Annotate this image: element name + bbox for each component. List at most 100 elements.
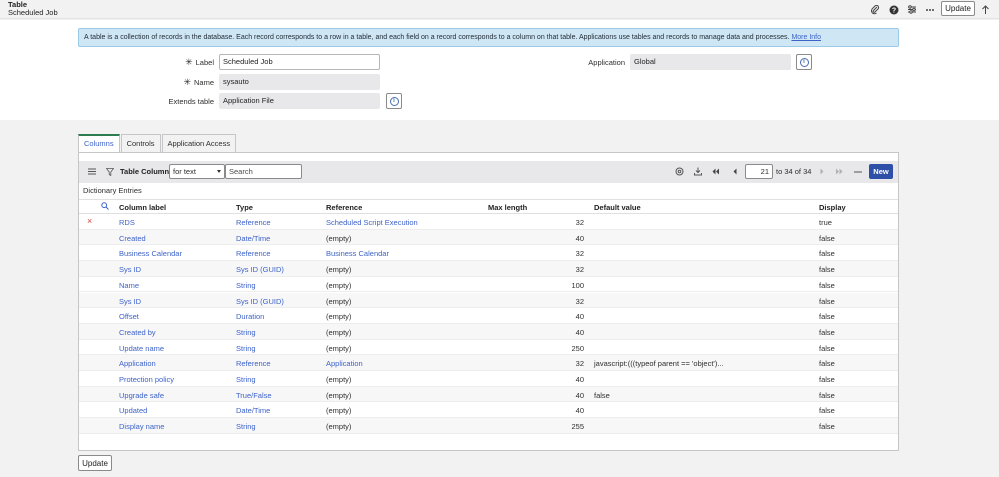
cell-type[interactable]: Reference: [236, 218, 271, 227]
tab-columns[interactable]: Columns: [78, 134, 120, 152]
next-page-icon[interactable]: [816, 166, 827, 177]
table-row[interactable]: Name String (empty) 100 false: [79, 276, 898, 293]
table-row[interactable]: Updated Date/Time (empty) 40 false: [79, 402, 898, 419]
table-row[interactable]: Update name String (empty) 250 false: [79, 339, 898, 356]
table-row[interactable]: Business Calendar Reference Business Calen…: [79, 245, 898, 262]
cell-column-label[interactable]: Business Calendar: [119, 249, 182, 258]
cell-reference: (empty): [326, 327, 352, 337]
list-toolbar: Table Columns for text Search 21 to 34 o…: [79, 161, 898, 183]
extends-info-button[interactable]: i: [386, 93, 402, 109]
column-header-max-length[interactable]: Max length: [488, 203, 527, 212]
help-icon[interactable]: ?: [888, 4, 899, 15]
table-row[interactable]: Display name String (empty) 255 false: [79, 418, 898, 434]
search-icon[interactable]: [101, 202, 109, 212]
gear-icon[interactable]: [674, 166, 685, 177]
cell-column-label[interactable]: Update name: [119, 344, 164, 353]
cell-reference[interactable]: Business Calendar: [326, 249, 389, 258]
table-row[interactable]: Application Reference Application 32 javascr…: [79, 355, 898, 371]
cell-column-label[interactable]: Sys ID: [119, 297, 141, 306]
column-header-default-value[interactable]: Default value: [594, 203, 641, 212]
cell-type[interactable]: Sys ID (GUID): [236, 265, 284, 274]
cell-type[interactable]: Duration: [236, 312, 264, 321]
table-header: Column label Type Reference Max length D…: [79, 199, 898, 214]
page-number-input[interactable]: 21: [745, 164, 773, 179]
table-row[interactable]: × RDS Reference Scheduled Script Execution 3…: [79, 214, 898, 230]
label-input[interactable]: Scheduled Job: [219, 54, 380, 70]
more-icon[interactable]: [924, 4, 935, 15]
cell-display: false: [819, 422, 835, 432]
cell-max-length: 32: [575, 359, 584, 369]
cell-type[interactable]: Date/Time: [236, 406, 270, 415]
tab-controls[interactable]: Controls: [120, 134, 161, 152]
application-field-label: Application: [588, 58, 625, 67]
cell-column-label[interactable]: Protection policy: [119, 375, 174, 384]
required-icon: ✳: [183, 77, 191, 87]
filter-icon[interactable]: [104, 166, 115, 177]
cell-column-label[interactable]: Updated: [119, 406, 147, 415]
cell-display: false: [819, 327, 835, 337]
table-row[interactable]: Sys ID Sys ID (GUID) (empty) 32 false: [79, 292, 898, 309]
cell-column-label[interactable]: RDS: [119, 218, 135, 227]
cell-type[interactable]: Reference: [236, 249, 271, 258]
cell-column-label[interactable]: Created by: [119, 328, 156, 337]
cell-type[interactable]: String: [236, 344, 256, 353]
paperclip-icon[interactable]: [870, 4, 881, 15]
hamburger-menu-icon[interactable]: [86, 166, 97, 177]
column-header-display[interactable]: Display: [819, 203, 846, 212]
arrow-up-icon[interactable]: [980, 4, 991, 15]
cell-default-value: false: [594, 390, 610, 400]
download-icon[interactable]: [692, 166, 703, 177]
search-field-select[interactable]: for text: [169, 164, 225, 179]
cell-column-label[interactable]: Application: [119, 359, 156, 368]
search-input[interactable]: Search: [225, 164, 302, 179]
update-button-footer[interactable]: Update: [78, 455, 112, 471]
cell-type[interactable]: String: [236, 422, 256, 431]
name-input[interactable]: sysauto: [219, 74, 380, 90]
previous-page-icon[interactable]: [729, 166, 740, 177]
cell-column-label[interactable]: Offset: [119, 312, 139, 321]
cell-type[interactable]: True/False: [236, 391, 272, 400]
cell-type[interactable]: String: [236, 375, 256, 384]
table-row[interactable]: Upgrade safe True/False (empty) 40 false fals…: [79, 386, 898, 403]
cell-type[interactable]: String: [236, 281, 256, 290]
column-header-reference[interactable]: Reference: [326, 203, 362, 212]
breadcrumb[interactable]: Dictionary Entries: [83, 186, 142, 195]
cell-reference: (empty): [326, 233, 352, 243]
cell-column-label[interactable]: Name: [119, 281, 139, 290]
table-row[interactable]: Sys ID Sys ID (GUID) (empty) 32 false: [79, 261, 898, 277]
cell-column-label[interactable]: Upgrade safe: [119, 391, 164, 400]
tab-application-access[interactable]: Application Access: [161, 134, 237, 152]
update-button-header[interactable]: Update: [941, 1, 975, 16]
table-row[interactable]: Created by String (empty) 40 false: [79, 323, 898, 340]
cell-max-length: 40: [575, 327, 584, 337]
cell-reference[interactable]: Application: [326, 359, 363, 368]
cell-reference: (empty): [326, 265, 352, 275]
cell-type[interactable]: Reference: [236, 359, 271, 368]
new-button[interactable]: New: [869, 164, 893, 179]
sliders-icon[interactable]: [906, 4, 917, 15]
last-page-icon[interactable]: [834, 166, 845, 177]
extends-table-input[interactable]: Application File: [219, 93, 380, 109]
more-info-link[interactable]: More Info: [791, 34, 821, 41]
application-input[interactable]: Global: [630, 54, 791, 70]
cell-reference[interactable]: Scheduled Script Execution: [326, 218, 418, 227]
cell-display: false: [819, 375, 835, 384]
first-page-icon[interactable]: [710, 166, 721, 177]
minimize-icon[interactable]: [852, 166, 863, 177]
cell-reference: (empty): [326, 406, 352, 416]
column-header-label[interactable]: Column label: [119, 203, 166, 212]
table-row[interactable]: Protection policy String (empty) 40 false: [79, 371, 898, 387]
application-info-button[interactable]: i: [796, 54, 812, 70]
cell-column-label[interactable]: Display name: [119, 422, 164, 431]
cell-column-label[interactable]: Sys ID: [119, 265, 141, 274]
column-header-type[interactable]: Type: [236, 203, 253, 212]
cell-type[interactable]: Date/Time: [236, 234, 270, 243]
table-row[interactable]: Created Date/Time (empty) 40 false: [79, 229, 898, 246]
info-banner-text: A table is a collection of records in th…: [84, 34, 790, 41]
cell-type[interactable]: Sys ID (GUID): [236, 297, 284, 306]
cell-type[interactable]: String: [236, 328, 256, 337]
cell-column-label[interactable]: Created: [119, 234, 146, 243]
table-row[interactable]: Offset Duration (empty) 40 false: [79, 308, 898, 324]
list-title: Table Columns: [120, 167, 174, 176]
delete-row-icon[interactable]: ×: [87, 216, 92, 226]
